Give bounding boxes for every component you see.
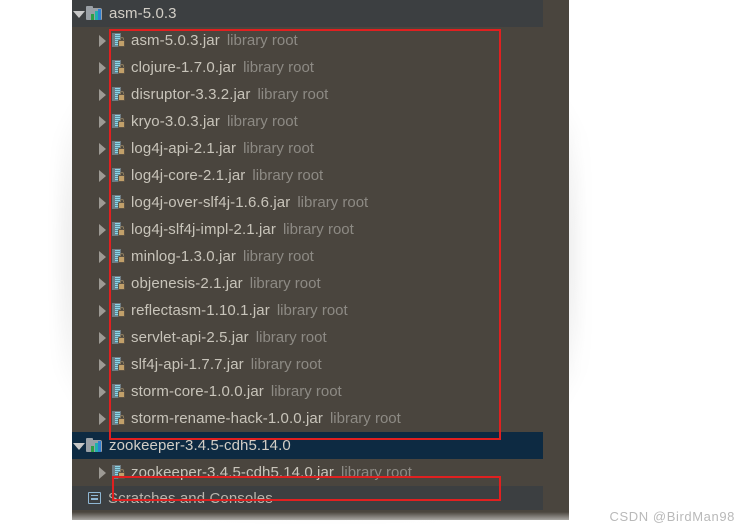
chevron-right-icon[interactable] — [96, 412, 110, 426]
tree-item-servlet-api-jar[interactable]: servlet-api-2.5.jar library root — [72, 324, 543, 351]
chevron-down-icon[interactable] — [72, 7, 86, 21]
library-folder-icon — [86, 5, 104, 22]
tree-item-hint: library root — [329, 410, 401, 427]
tree-item-asm-jar[interactable]: asm-5.0.3.jar library root — [72, 27, 543, 54]
tree-item-label: storm-rename-hack-1.0.0.jar — [131, 410, 323, 427]
jar-icon — [110, 410, 127, 427]
jar-icon — [110, 32, 127, 49]
chevron-right-icon[interactable] — [96, 358, 110, 372]
tree-item-label: log4j-api-2.1.jar — [131, 140, 237, 157]
jar-icon — [110, 356, 127, 373]
chevron-right-icon[interactable] — [96, 61, 110, 75]
chevron-right-icon[interactable] — [96, 331, 110, 345]
watermark-text: CSDN @BirdMan98 — [609, 509, 735, 524]
jar-icon — [110, 248, 127, 265]
jar-icon — [110, 86, 127, 103]
tree-item-log4j-api-jar[interactable]: log4j-api-2.1.jar library root — [72, 135, 543, 162]
chevron-right-icon[interactable] — [96, 250, 110, 264]
jar-icon — [110, 167, 127, 184]
tree-item-scratches-and-consoles[interactable]: Scratches and Consoles — [72, 486, 543, 510]
tree-item-hint: library root — [226, 113, 298, 130]
tree-item-log4j-core-jar[interactable]: log4j-core-2.1.jar library root — [72, 162, 543, 189]
tree-item-label: slf4j-api-1.7.7.jar — [131, 356, 244, 373]
tree-item-label: reflectasm-1.10.1.jar — [131, 302, 270, 319]
jar-icon — [110, 194, 127, 211]
chevron-right-icon[interactable] — [96, 196, 110, 210]
chevron-right-icon[interactable] — [96, 115, 110, 129]
tree-item-hint: library root — [257, 86, 329, 103]
chevron-placeholder-icon — [72, 491, 86, 505]
jar-icon — [110, 383, 127, 400]
tree-item-hint: library root — [282, 221, 354, 238]
tree-item-label: log4j-over-slf4j-1.6.6.jar — [131, 194, 291, 211]
chevron-right-icon[interactable] — [96, 34, 110, 48]
tree-item-hint: library root — [249, 275, 321, 292]
chevron-right-icon[interactable] — [96, 277, 110, 291]
tree-item-label: kryo-3.0.3.jar — [131, 113, 220, 130]
screenshot-root: asm-5.0.3 asm-5.0.3.jar library root clo… — [0, 0, 747, 530]
chevron-right-icon[interactable] — [96, 466, 110, 480]
tree-group-label: asm-5.0.3 — [109, 5, 177, 22]
chevron-right-icon[interactable] — [96, 142, 110, 156]
tree-item-log4j-over-slf4j-jar[interactable]: log4j-over-slf4j-1.6.6.jar library root — [72, 189, 543, 216]
tree-item-objenesis-jar[interactable]: objenesis-2.1.jar library root — [72, 270, 543, 297]
tree-item-hint: library root — [297, 194, 369, 211]
tree-item-storm-core-jar[interactable]: storm-core-1.0.0.jar library root — [72, 378, 543, 405]
chevron-right-icon[interactable] — [96, 88, 110, 102]
tree-item-slf4j-api-jar[interactable]: slf4j-api-1.7.7.jar library root — [72, 351, 543, 378]
tree-item-hint: library root — [270, 383, 342, 400]
chevron-right-icon[interactable] — [96, 223, 110, 237]
scratches-icon — [86, 491, 103, 506]
tree-item-hint: library root — [242, 248, 314, 265]
tree-item-label: disruptor-3.3.2.jar — [131, 86, 251, 103]
jar-icon — [110, 464, 127, 481]
tree-item-clojure-jar[interactable]: clojure-1.7.0.jar library root — [72, 54, 543, 81]
tree-item-label: log4j-core-2.1.jar — [131, 167, 246, 184]
tree-item-label: objenesis-2.1.jar — [131, 275, 243, 292]
jar-icon — [110, 113, 127, 130]
tree-item-label: servlet-api-2.5.jar — [131, 329, 249, 346]
tree-item-zookeeper-jar[interactable]: zookeeper-3.4.5-cdh5.14.0.jar library ro… — [72, 459, 543, 486]
jar-icon — [110, 302, 127, 319]
jar-icon — [110, 221, 127, 238]
tree-item-hint: library root — [226, 32, 298, 49]
tree-item-log4j-slf4j-impl-jar[interactable]: log4j-slf4j-impl-2.1.jar library root — [72, 216, 543, 243]
tree-item-label: Scratches and Consoles — [108, 489, 273, 507]
chevron-down-icon[interactable] — [72, 439, 86, 453]
tree-item-label: storm-core-1.0.0.jar — [131, 383, 264, 400]
tree-item-hint: library root — [276, 302, 348, 319]
tree-item-label: zookeeper-3.4.5-cdh5.14.0.jar — [131, 464, 335, 481]
tree-item-hint: library root — [243, 140, 314, 157]
tree-item-hint: library root — [255, 329, 327, 346]
tree-item-reflectasm-jar[interactable]: reflectasm-1.10.1.jar library root — [72, 297, 543, 324]
tree-item-hint: library root — [341, 464, 412, 481]
library-folder-icon — [86, 437, 104, 454]
tree-item-label: clojure-1.7.0.jar — [131, 59, 237, 76]
tree-item-label: asm-5.0.3.jar — [131, 32, 220, 49]
project-tool-window: asm-5.0.3 asm-5.0.3.jar library root clo… — [72, 0, 569, 520]
tree-item-minlog-jar[interactable]: minlog-1.3.0.jar library root — [72, 243, 543, 270]
jar-icon — [110, 59, 127, 76]
project-tree: asm-5.0.3 asm-5.0.3.jar library root clo… — [72, 0, 543, 510]
tree-group-label: zookeeper-3.4.5-cdh5.14.0 — [109, 437, 291, 454]
tree-item-hint: library root — [250, 356, 322, 373]
right-edge-fade — [569, 0, 615, 530]
tree-item-label: minlog-1.3.0.jar — [131, 248, 236, 265]
jar-icon — [110, 275, 127, 292]
tree-item-hint: library root — [252, 167, 324, 184]
chevron-right-icon[interactable] — [96, 304, 110, 318]
tree-item-kryo-jar[interactable]: kryo-3.0.3.jar library root — [72, 108, 543, 135]
tree-group-zookeeper[interactable]: zookeeper-3.4.5-cdh5.14.0 — [72, 432, 543, 459]
tree-item-label: log4j-slf4j-impl-2.1.jar — [131, 221, 276, 238]
jar-icon — [110, 140, 127, 157]
tree-item-hint: library root — [243, 59, 314, 76]
tree-group-asm[interactable]: asm-5.0.3 — [72, 0, 543, 27]
jar-icon — [110, 329, 127, 346]
chevron-right-icon[interactable] — [96, 169, 110, 183]
tree-item-storm-rename-hack-jar[interactable]: storm-rename-hack-1.0.0.jar library root — [72, 405, 543, 432]
chevron-right-icon[interactable] — [96, 385, 110, 399]
tree-item-disruptor-jar[interactable]: disruptor-3.3.2.jar library root — [72, 81, 543, 108]
